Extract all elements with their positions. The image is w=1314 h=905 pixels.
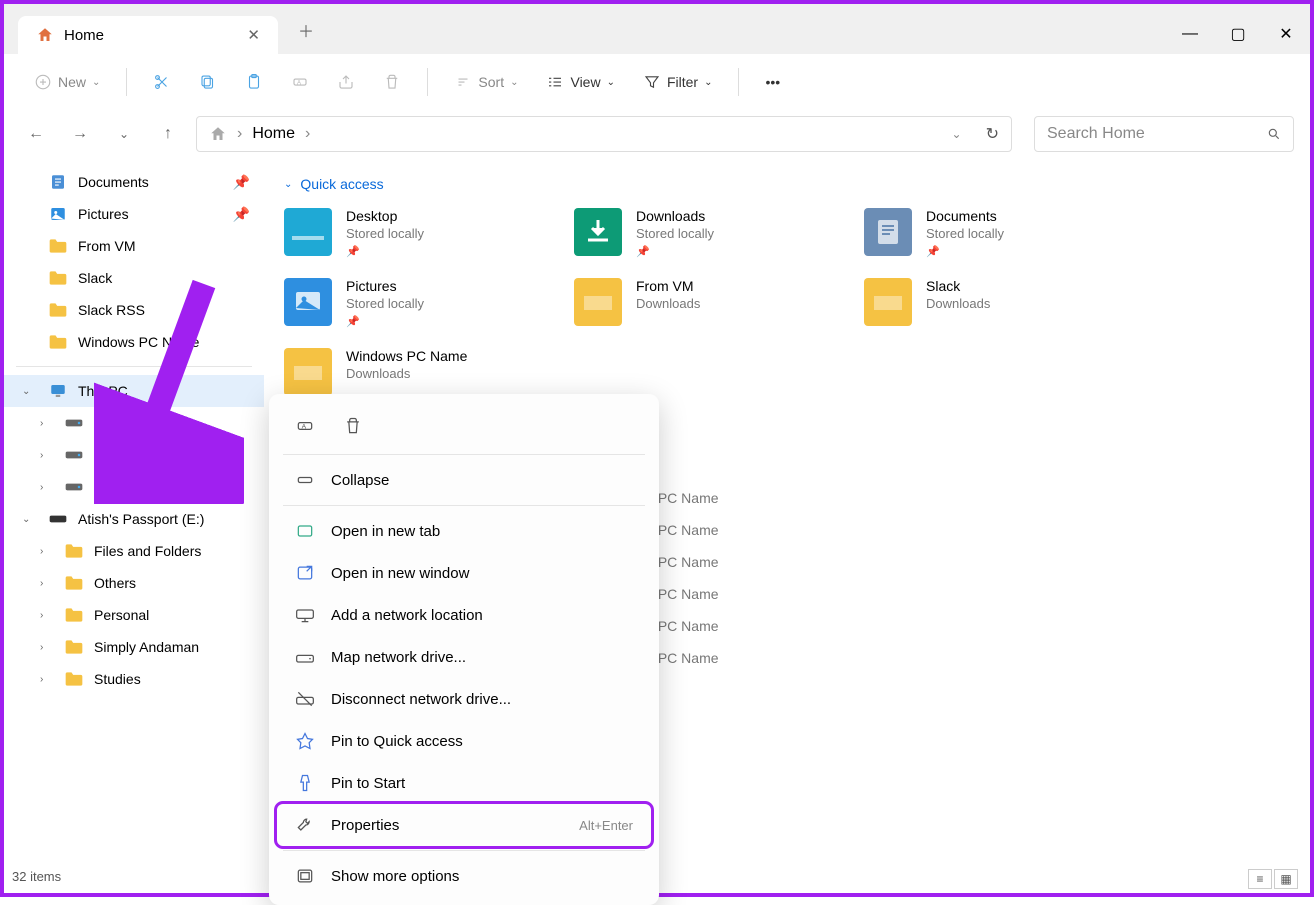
paste-button[interactable] [235,67,273,97]
close-button[interactable]: ✕ [1262,14,1310,54]
tab-icon [295,521,315,541]
view-button[interactable]: View⌄ [536,67,624,97]
view-details-button[interactable]: ≡ [1248,869,1272,889]
ctx-open-tab[interactable]: Open in new tab [277,510,651,552]
item-count: 32 items [12,869,61,889]
back-button[interactable]: ← [20,118,52,150]
address-bar[interactable]: › Home › ⌄ ↻ [196,116,1012,152]
ctx-disconnect[interactable]: Disconnect network drive... [277,678,651,720]
quick-access-item[interactable]: SlackDownloads [864,278,1114,328]
sidebar-folder[interactable]: ›Simply Andaman [4,631,264,663]
view-icon [546,73,564,91]
tab-close-icon[interactable]: ✕ [247,26,260,44]
sort-icon [454,73,472,91]
recent-dropdown[interactable]: ⌄ [108,118,140,150]
quick-access-item[interactable]: Windows PC NameDownloads [284,348,534,396]
search-icon [1267,127,1281,141]
collapse-icon [295,470,315,490]
trash-icon [343,416,363,436]
ctx-delete-button[interactable] [339,412,367,440]
rename-icon: A [295,416,315,436]
ctx-add-network[interactable]: Add a network location [277,594,651,636]
sidebar-item[interactable]: Slack [4,262,264,294]
filter-icon [643,73,661,91]
quick-access-item[interactable]: DocumentsStored locally📌 [864,208,1114,258]
sidebar-drive[interactable]: ›New Volume (D:) [4,439,264,471]
section-quick-access[interactable]: ⌄ Quick access [284,176,1290,192]
share-icon [337,73,355,91]
wrench-icon [295,815,315,835]
sidebar-item[interactable]: Documents📌 [4,166,264,198]
maximize-button[interactable]: ▢ [1214,14,1262,54]
ctx-pin-start[interactable]: Pin to Start [277,762,651,804]
forward-button[interactable]: → [64,118,96,150]
ctx-map-drive[interactable]: Map network drive... [277,636,651,678]
sidebar-external-drive[interactable]: ⌄Atish's Passport (E:) [4,503,264,535]
cut-button[interactable] [143,67,181,97]
ctx-show-more[interactable]: Show more options [277,855,651,897]
quick-access-item[interactable]: DesktopStored locally📌 [284,208,534,258]
search-input[interactable]: Search Home [1034,116,1294,152]
quick-access-item[interactable]: DownloadsStored locally📌 [574,208,824,258]
delete-button[interactable] [373,67,411,97]
sidebar: Documents📌Pictures📌From VMSlackSlack RSS… [4,158,264,879]
more-icon [295,866,315,886]
refresh-button[interactable]: ↻ [986,124,999,144]
sidebar-drive[interactable]: ›OS (C:) [4,407,264,439]
view-grid-button[interactable]: ▦ [1274,869,1298,889]
disconnect-icon [295,689,315,709]
sidebar-folder[interactable]: ›Others [4,567,264,599]
copy-icon [199,73,217,91]
filter-button[interactable]: Filter⌄ [633,67,723,97]
minimize-button[interactable]: — [1166,14,1214,54]
titlebar: Home ✕ ＋ — ▢ ✕ [4,4,1310,54]
sidebar-this-pc[interactable]: ⌄This PC [4,375,264,407]
ctx-open-window[interactable]: Open in new window [277,552,651,594]
scissors-icon [153,73,171,91]
copy-button[interactable] [189,67,227,97]
home-icon [209,125,227,143]
more-button[interactable]: ••• [755,68,790,96]
rename-button[interactable]: A [281,67,319,97]
sidebar-folder[interactable]: ›Studies [4,663,264,695]
navigation-row: ← → ⌄ ↑ › Home › ⌄ ↻ Search Home [4,110,1310,158]
new-tab-button[interactable]: ＋ [278,6,334,54]
sidebar-folder[interactable]: ›Files and Folders [4,535,264,567]
address-dropdown-icon[interactable]: ⌄ [952,127,962,141]
new-button[interactable]: New⌄ [24,67,110,97]
tab-title: Home [64,27,104,44]
toolbar: New⌄ A Sort⌄ View⌄ Filter⌄ ••• [4,54,1310,110]
sidebar-drive[interactable]: ›Atish's Passport (E:) [4,471,264,503]
pin-start-icon [295,773,315,793]
rename-icon: A [291,73,309,91]
drive-icon [295,647,315,667]
svg-text:A: A [297,80,301,86]
window-icon [295,563,315,583]
ctx-rename-button[interactable]: A [291,412,319,440]
sidebar-item[interactable]: Slack RSS [4,294,264,326]
ctx-pin-qa[interactable]: Pin to Quick access [277,720,651,762]
sidebar-item[interactable]: Windows PC Name [4,326,264,358]
sidebar-item[interactable]: Pictures📌 [4,198,264,230]
quick-access-item[interactable]: PicturesStored locally📌 [284,278,534,328]
pin-icon [295,731,315,751]
svg-text:A: A [302,424,307,431]
trash-icon [383,73,401,91]
up-button[interactable]: ↑ [152,118,184,150]
ctx-properties[interactable]: PropertiesAlt+Enter [277,804,651,846]
quick-access-item[interactable]: From VMDownloads [574,278,824,328]
home-icon [36,26,54,44]
context-menu: A Collapse Open in new tab Open in new w… [269,394,659,905]
sidebar-folder[interactable]: ›Personal [4,599,264,631]
sort-button[interactable]: Sort⌄ [444,67,528,97]
tab-home[interactable]: Home ✕ [18,16,278,54]
network-icon [295,605,315,625]
ctx-collapse[interactable]: Collapse [277,459,651,501]
paste-icon [245,73,263,91]
sidebar-item[interactable]: From VM [4,230,264,262]
share-button[interactable] [327,67,365,97]
breadcrumb-location[interactable]: Home [252,125,295,143]
